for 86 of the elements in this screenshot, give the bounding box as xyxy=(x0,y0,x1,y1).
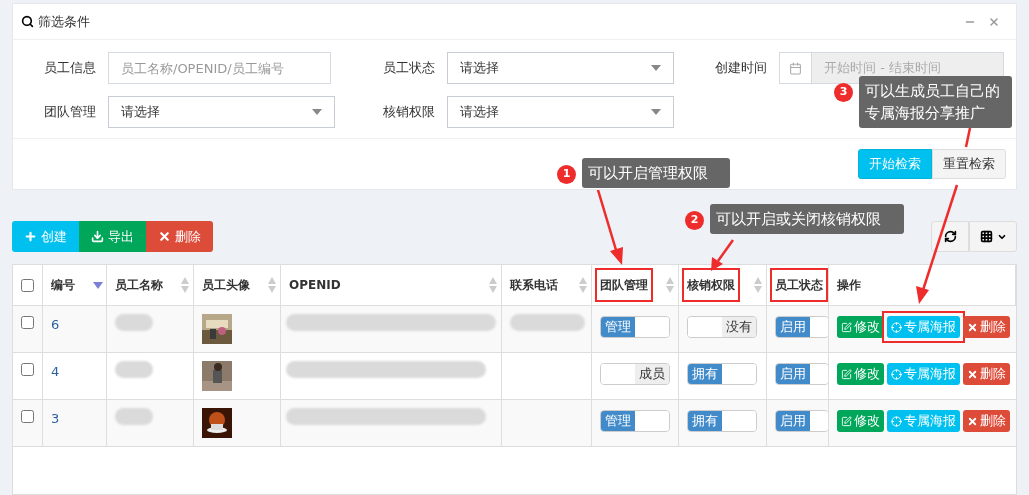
close-icon[interactable] xyxy=(988,15,1000,28)
close-icon xyxy=(967,415,978,427)
edit-icon xyxy=(841,321,852,333)
column-header[interactable]: 联系电话 xyxy=(505,268,563,302)
row-checkbox[interactable] xyxy=(21,363,34,376)
blurred-text-drawing xyxy=(115,361,153,378)
toggle-switch[interactable]: 没有 xyxy=(687,316,757,338)
toggle-switch[interactable]: 管理 xyxy=(600,316,670,338)
column-header[interactable]: 操作 xyxy=(832,268,866,302)
sort-icon[interactable] xyxy=(753,277,763,293)
field-label: 团队管理 xyxy=(43,103,97,122)
edit-button[interactable]: 修改 xyxy=(837,410,884,432)
toggle-switch[interactable]: 启用 xyxy=(775,410,828,432)
plus-icon xyxy=(24,230,37,243)
select-all-checkbox[interactable] xyxy=(21,278,34,292)
columns-button[interactable] xyxy=(969,221,1017,252)
delete-button[interactable]: 删除 xyxy=(963,316,1010,338)
close-icon xyxy=(967,368,978,380)
refresh-icon xyxy=(943,230,957,243)
refresh-button[interactable] xyxy=(931,221,969,252)
row-checkbox[interactable] xyxy=(21,316,34,329)
panel-title: 筛选条件 xyxy=(38,12,90,31)
arrow xyxy=(708,238,736,272)
column-header[interactable]: 员工名称 xyxy=(110,268,168,302)
caret-icon xyxy=(651,109,661,115)
column-header[interactable]: 员工状态 xyxy=(770,268,828,302)
column-header[interactable]: 编号 xyxy=(46,268,80,302)
toggle-switch[interactable]: 管理 xyxy=(600,410,670,432)
field-label: 员工状态 xyxy=(382,59,436,78)
toggle-switch[interactable]: 启用 xyxy=(775,316,828,338)
toggle-switch[interactable]: 成员 xyxy=(600,363,670,385)
poster-button[interactable]: 专属海报 xyxy=(887,363,960,385)
grid-icon xyxy=(979,230,993,243)
select-field[interactable]: 请选择 xyxy=(447,96,674,128)
select-field[interactable]: 请选择 xyxy=(447,52,674,84)
sort-icon[interactable] xyxy=(665,277,675,293)
leader-line xyxy=(964,127,972,149)
search-icon xyxy=(21,15,34,28)
column-header[interactable]: 核销权限 xyxy=(682,268,740,302)
field-label: 核销权限 xyxy=(382,103,436,122)
column-header[interactable]: 团队管理 xyxy=(595,268,653,302)
reset-button[interactable]: 重置检索 xyxy=(932,149,1006,179)
blurred-text-drawing xyxy=(115,408,153,425)
poster-button[interactable]: 专属海报 xyxy=(887,316,960,338)
search-button[interactable]: 开始检索 xyxy=(858,149,932,179)
sort-icon[interactable] xyxy=(578,277,588,293)
sort-icon[interactable] xyxy=(488,277,498,293)
select-field[interactable]: 请选择 xyxy=(108,96,335,128)
crosshair-icon xyxy=(891,321,902,333)
delete-button[interactable]: 删除 xyxy=(963,363,1010,385)
field-label: 创建时间 xyxy=(714,59,768,78)
poster-button[interactable]: 专属海报 xyxy=(887,410,960,432)
create-button[interactable]: 创建 xyxy=(12,221,79,252)
delete-button[interactable]: 删除 xyxy=(146,221,213,252)
callout-tooltip: 可以开启管理权限 xyxy=(582,158,730,188)
step-number-badge: 2 xyxy=(685,211,704,230)
id-cell: 4 xyxy=(51,364,60,379)
delete-button[interactable]: 删除 xyxy=(963,410,1010,432)
toggle-switch[interactable]: 拥有 xyxy=(687,410,757,432)
caret-icon xyxy=(312,109,322,115)
edit-icon xyxy=(841,368,852,380)
column-header[interactable]: 员工头像 xyxy=(197,268,255,302)
blurred-text-drawing xyxy=(115,314,153,331)
close-icon xyxy=(158,230,171,243)
caret-icon xyxy=(651,65,661,71)
calendar-icon xyxy=(789,61,802,75)
id-cell: 3 xyxy=(51,411,60,426)
crosshair-icon xyxy=(891,415,902,427)
crosshair-icon xyxy=(891,368,902,380)
export-button[interactable]: 导出 xyxy=(79,221,146,252)
sort-icon[interactable] xyxy=(180,277,190,293)
edit-button[interactable]: 修改 xyxy=(837,363,884,385)
search-field[interactable]: 员工名称/OPENID/员工编号 xyxy=(108,52,331,84)
toggle-switch[interactable]: 拥有 xyxy=(687,363,757,385)
row-checkbox[interactable] xyxy=(21,410,34,423)
sort-icon[interactable] xyxy=(267,277,277,293)
close-icon xyxy=(967,321,978,333)
download-icon xyxy=(91,230,104,243)
edit-button[interactable]: 修改 xyxy=(837,316,884,338)
callout-tooltip: 可以生成员工自己的专属海报分享推广 xyxy=(859,76,1012,128)
field-label: 员工信息 xyxy=(43,59,97,78)
edit-icon xyxy=(841,415,852,427)
column-header[interactable]: OPENID xyxy=(284,268,346,302)
toggle-switch[interactable]: 启用 xyxy=(775,363,828,385)
id-cell: 6 xyxy=(51,317,60,332)
callout-tooltip: 可以开启或关闭核销权限 xyxy=(710,204,904,234)
